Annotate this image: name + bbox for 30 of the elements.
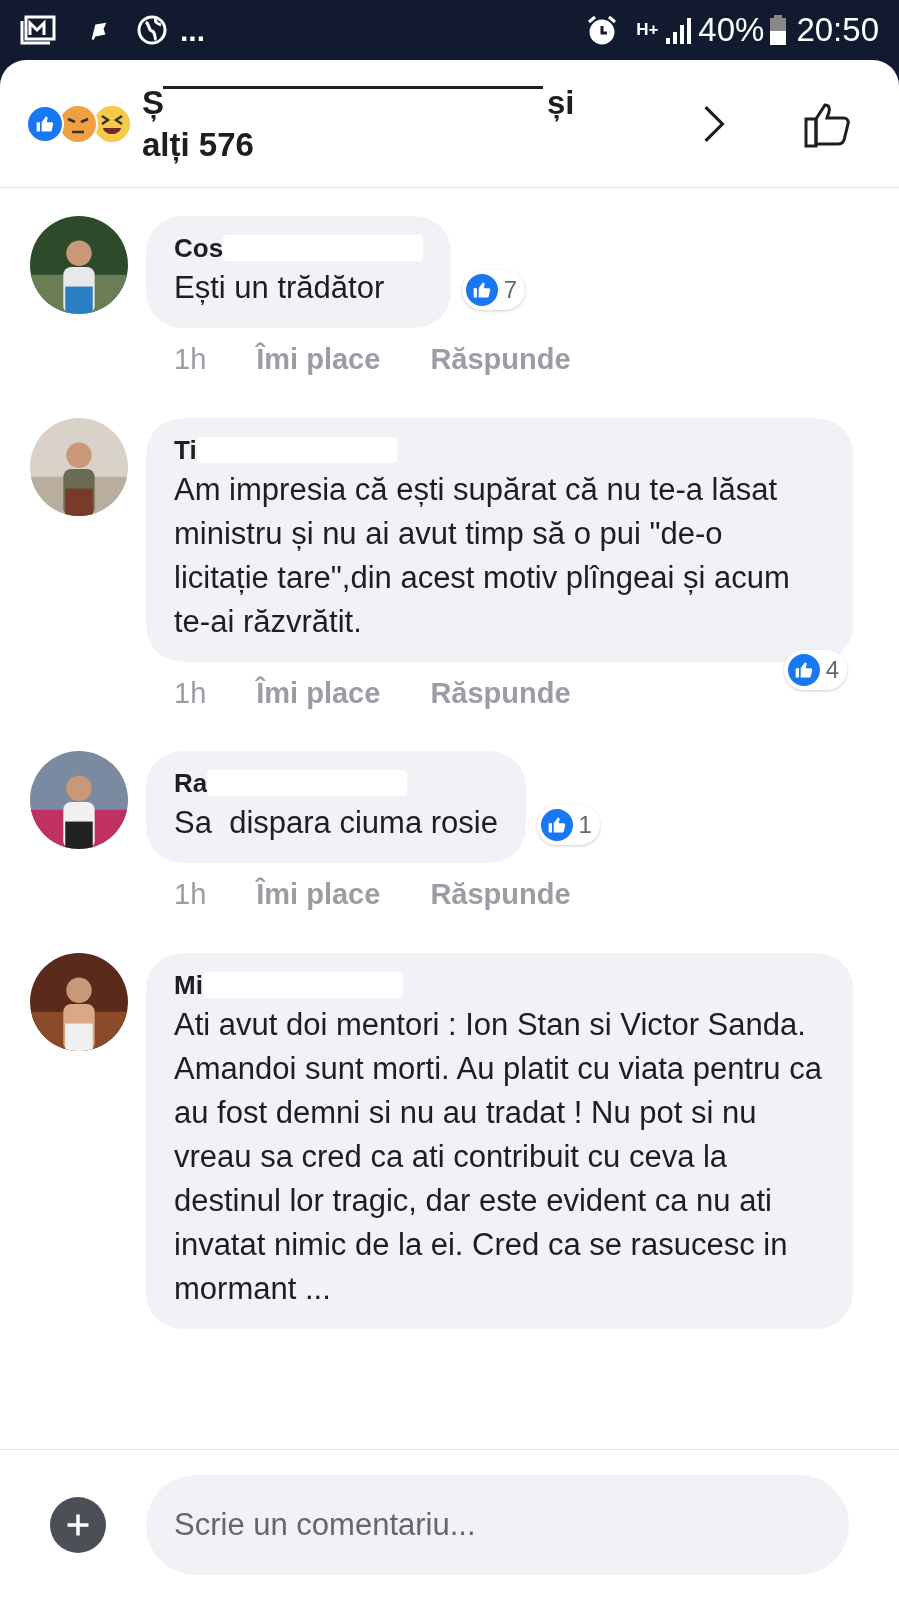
- like-icon: [785, 651, 822, 688]
- network-type: H+: [636, 19, 659, 42]
- commenter-name[interactable]: Ti: [174, 431, 197, 468]
- comment-text: Sa dispara ciuma rosie: [174, 804, 498, 842]
- comment-text: Am impresia că ești supărat că nu te-a lăsat ministru și nu ai avut timp să o pui "de-o licitație tare",din acest motiv plîngeai și acum te-ai răzvrătit.: [174, 470, 791, 641]
- comment-time: 1h: [174, 342, 207, 377]
- like-icon: [538, 807, 575, 843]
- reaction-count[interactable]: 1: [536, 805, 600, 845]
- battery-percent: 40%: [698, 10, 765, 51]
- gallery-icon: [20, 15, 56, 45]
- chevron-right-icon[interactable]: [703, 104, 725, 143]
- battery-icon: [770, 15, 787, 45]
- commenter-name[interactable]: Mi: [174, 966, 203, 1003]
- reactors-count[interactable]: alți 576: [142, 123, 703, 166]
- alarm-icon: [586, 14, 619, 46]
- commenter-name[interactable]: Ra: [174, 765, 208, 801]
- comment-text: Ești un trădător: [174, 269, 386, 307]
- clock: 20:50: [796, 10, 879, 51]
- comment-text: Ati avut doi mentori : Ion Stan si Victor Sanda. Amandoi sunt morti. Au platit cu viata pentru ca au fost demni si nu au tradat ! Nu pot si nu vreau sa cred ca ati contribuit cu ceva la destinul lor tragic, dar este evident ca nu ati invatat nimic de la ei. Cred ca se rasucesc in mormant ...: [174, 1005, 823, 1308]
- reactors-name[interactable]: Ș: [142, 81, 164, 124]
- reaction-count[interactable]: 7: [461, 270, 526, 310]
- like-icon: [463, 272, 500, 308]
- commenter-name[interactable]: Cos: [174, 230, 224, 266]
- more-indicator: ...: [180, 12, 205, 49]
- reaction-count[interactable]: 4: [783, 649, 847, 690]
- signal-icon: [664, 16, 693, 44]
- comment-time: 1h: [174, 675, 207, 711]
- comment-time: 1h: [174, 877, 207, 912]
- comment-field[interactable]: Scrie un comentariu...: [146, 1474, 849, 1575]
- reactors-conjunction: și: [547, 82, 575, 124]
